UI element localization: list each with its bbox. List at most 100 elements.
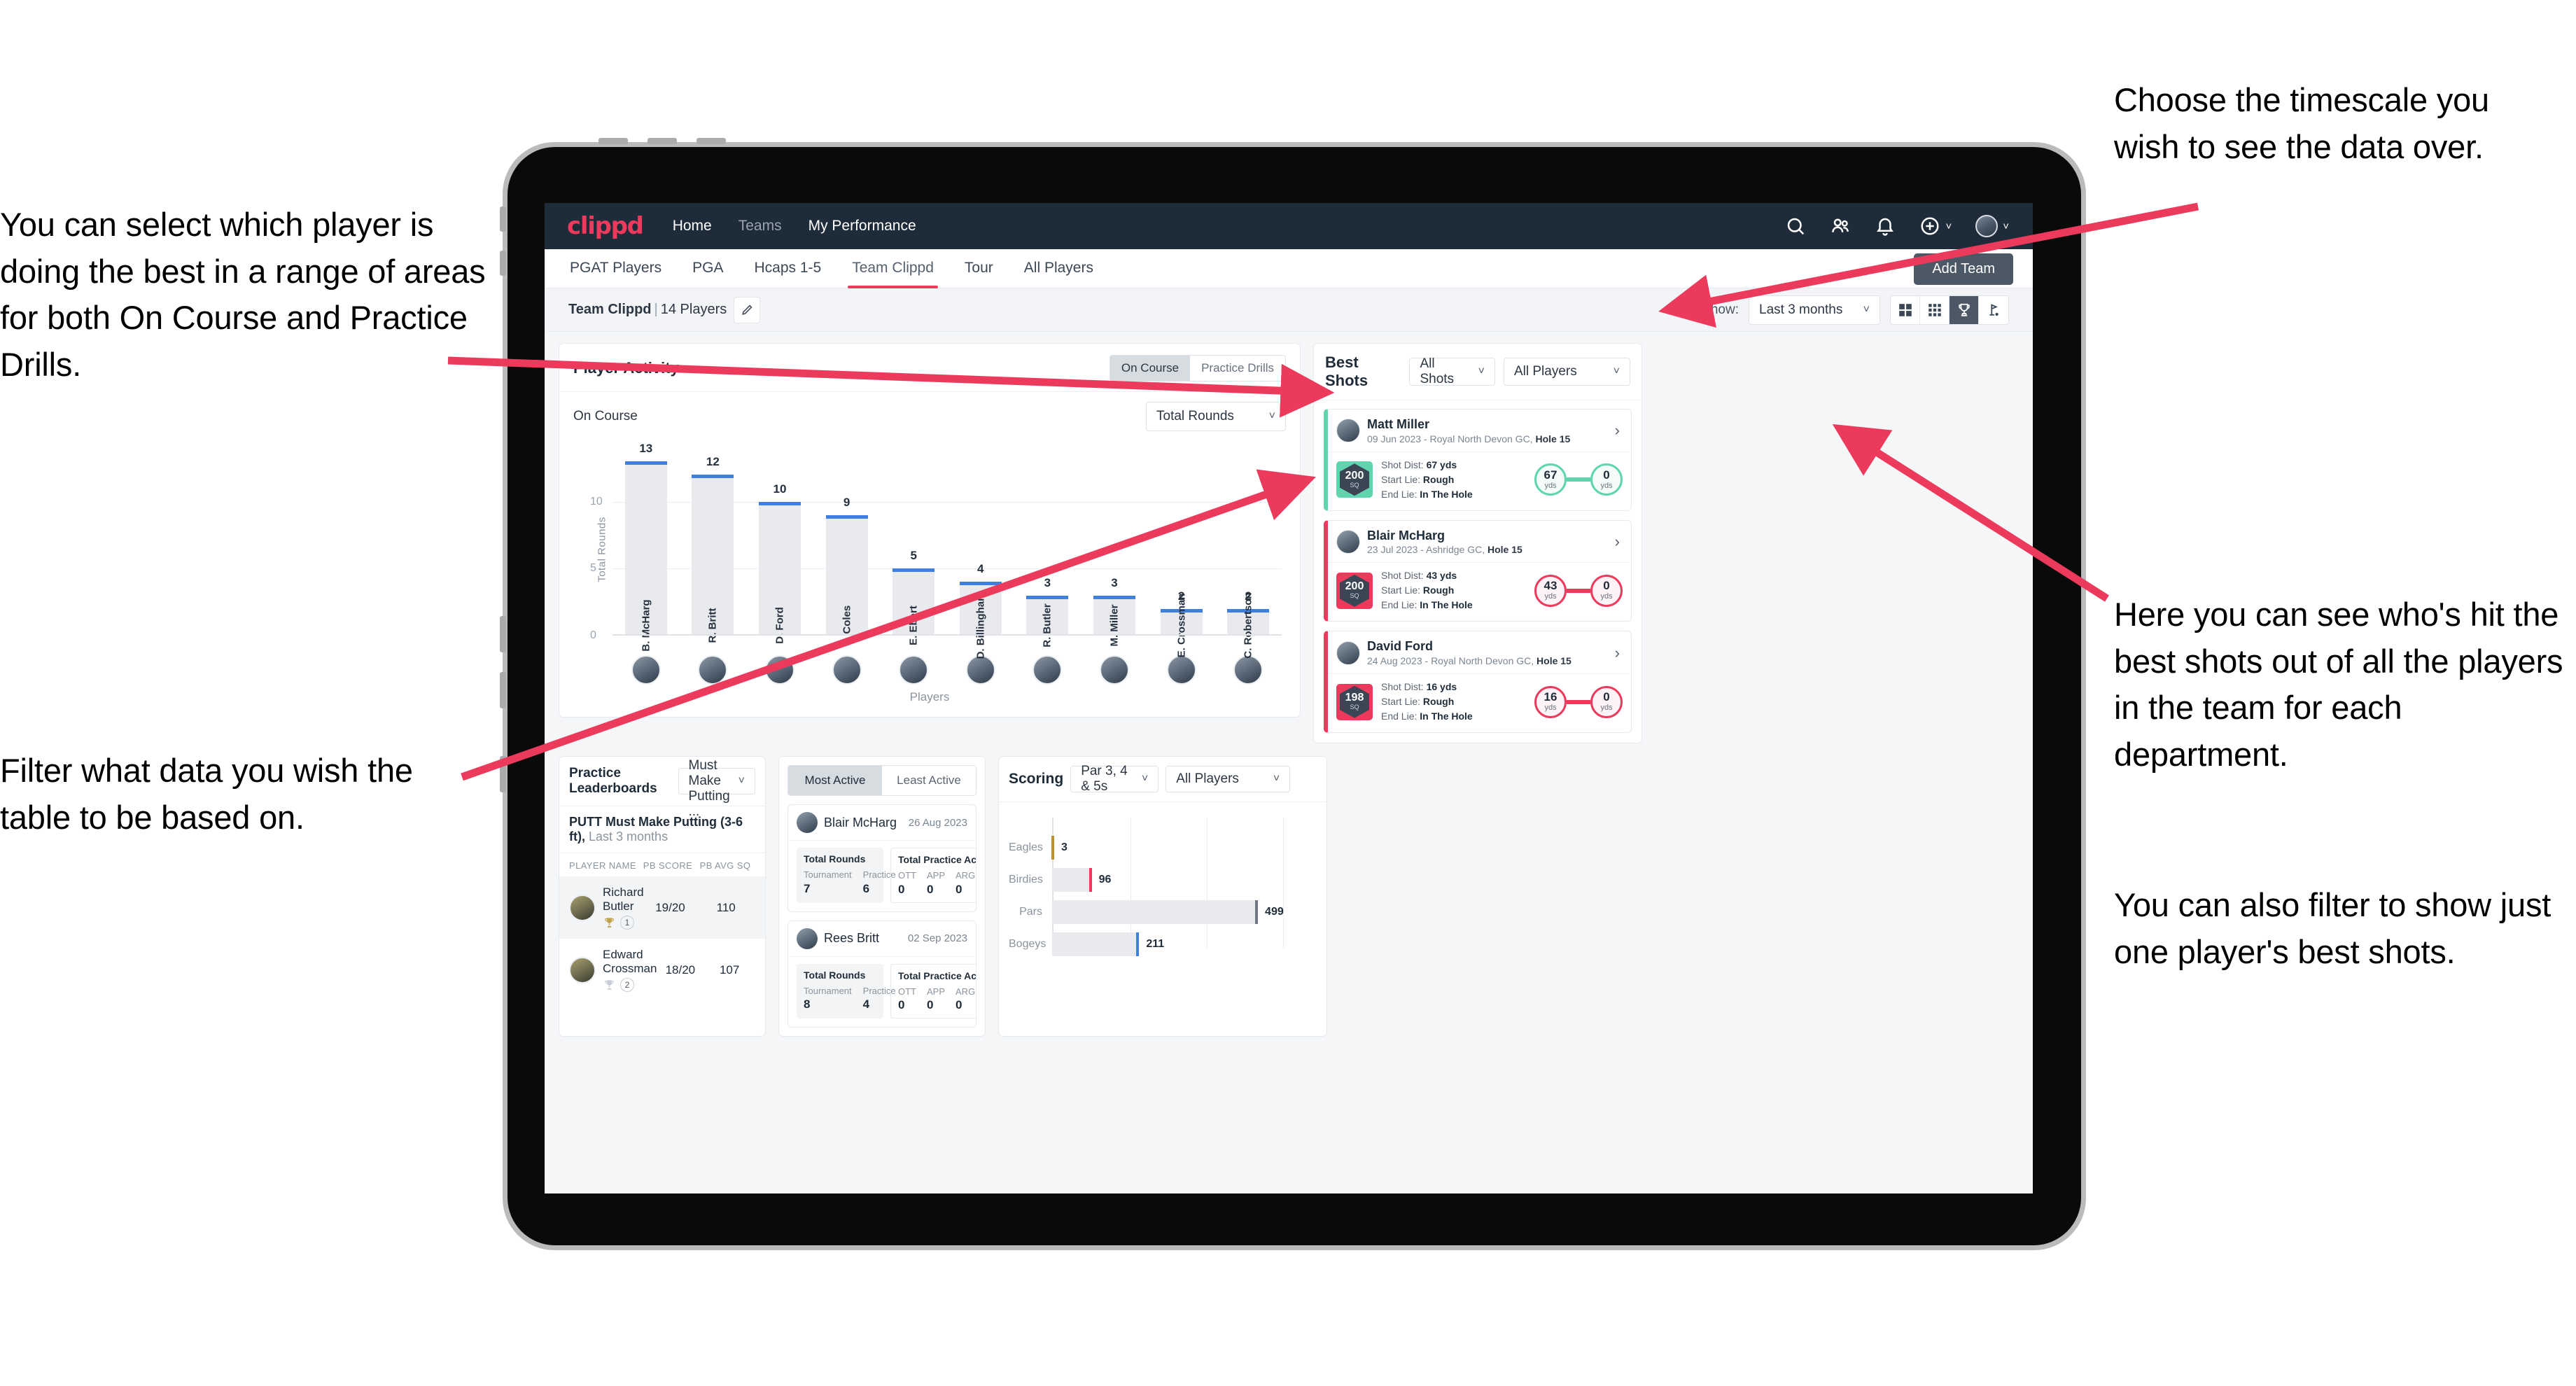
player-avatar[interactable] (947, 655, 1014, 685)
nav-link-home[interactable]: Home (673, 218, 712, 234)
scoring-row[interactable]: Bogeys 211 (1009, 932, 1317, 957)
grid-3x3-icon-button[interactable] (1920, 295, 1949, 324)
practice-leaderboards-title: Practice Leaderboards (569, 766, 657, 797)
tab-all-players[interactable]: All Players (1023, 248, 1095, 288)
segment-practice-drills[interactable]: Practice Drills (1190, 356, 1285, 381)
people-icon[interactable] (1830, 216, 1851, 237)
scoring-row[interactable]: Pars 499 (1009, 900, 1317, 925)
avatar[interactable] (797, 927, 818, 949)
bar-column[interactable]: 5 E. Ebert (880, 448, 947, 645)
avatar[interactable] (899, 655, 929, 685)
scoring-bar[interactable] (1052, 932, 1140, 957)
bar-column[interactable]: 3 R. Butler (1014, 448, 1082, 648)
best-shot-body: 200 SQ Shot Dist: 67 yds Start Lie: Rough En… (1328, 451, 1631, 510)
user-menu[interactable]: ˅ (1975, 215, 2009, 237)
avatar[interactable] (764, 655, 794, 685)
metric-select[interactable]: Total Rounds ˅ (1146, 402, 1286, 431)
tab-least-active[interactable]: Least Active (882, 766, 976, 795)
bar-column[interactable]: 4 D. Billingham (947, 448, 1014, 659)
avatar[interactable] (1336, 640, 1360, 665)
tab-pga[interactable]: PGA (691, 248, 724, 288)
bar-column[interactable]: 9 J. Coles (813, 448, 881, 645)
search-icon[interactable] (1785, 216, 1806, 237)
player-avatar[interactable] (1214, 655, 1282, 685)
tab-pgat-players[interactable]: PGAT Players (568, 248, 663, 288)
tab-most-active[interactable]: Most Active (788, 766, 882, 796)
player-avatar[interactable] (612, 655, 680, 685)
bell-icon[interactable] (1875, 216, 1896, 237)
bar-column[interactable]: 10 D. Ford (746, 448, 813, 644)
sq-value: 200 (1345, 469, 1364, 482)
player-avatar[interactable] (746, 655, 813, 685)
segment-on-course[interactable]: On Course (1110, 356, 1191, 381)
scoring-bar[interactable] (1052, 868, 1092, 892)
tab-hcaps-1-5[interactable]: Hcaps 1-5 (752, 248, 822, 288)
player-avatar[interactable] (813, 655, 881, 685)
avatar[interactable] (698, 655, 728, 685)
scoring-row[interactable]: Eagles 3 (1009, 836, 1317, 860)
avatar[interactable] (1975, 215, 1998, 237)
avatar[interactable] (569, 956, 596, 983)
tab-team-clippd[interactable]: Team Clippd (848, 248, 938, 288)
shot-type-select[interactable]: All Shots ˅ (1409, 356, 1495, 386)
team-label: Team Clippd | 14 Players (568, 302, 727, 318)
avatar[interactable] (832, 655, 862, 685)
player-avatar[interactable] (1014, 655, 1082, 685)
best-shot-card[interactable]: Matt Miller 09 Jun 2023 - Royal North Dev… (1324, 409, 1632, 511)
avatar[interactable] (965, 655, 995, 685)
player-avatar[interactable] (880, 655, 947, 685)
best-shot-card[interactable]: David Ford 24 Aug 2023 - Royal North Devo… (1324, 631, 1632, 734)
player-avatar[interactable] (1081, 655, 1148, 685)
bar-column[interactable]: 13 B. McHarg (612, 442, 680, 652)
sq-unit: SQ (1350, 481, 1359, 489)
nav-link-my-performance[interactable]: My Performance (808, 218, 916, 234)
grid-2x2-icon-button[interactable] (1891, 295, 1920, 324)
distance-to: 0 yds (1590, 685, 1623, 718)
bar-column[interactable]: 12 R. Britt (680, 448, 747, 643)
best-shots-player-select[interactable]: All Players ˅ (1503, 358, 1630, 386)
chevron-right-icon[interactable]: › (1615, 644, 1623, 662)
nav-link-teams[interactable]: Teams (738, 218, 782, 234)
avatar[interactable] (1166, 655, 1196, 685)
par-select[interactable]: Par 3, 4 & 5s ˅ (1070, 764, 1159, 794)
scoring-player-select[interactable]: All Players ˅ (1166, 766, 1291, 793)
tab-tour[interactable]: Tour (963, 248, 995, 288)
scoring-row[interactable]: Birdies 96 (1009, 868, 1317, 892)
chevron-right-icon[interactable]: › (1615, 533, 1623, 551)
avatar[interactable] (1099, 655, 1129, 685)
table-row[interactable]: Richard Butler 1 19/20 110 (559, 876, 765, 939)
drill-select[interactable]: PUTT Must Make Putting ... ˅ (678, 757, 755, 819)
table-row[interactable]: Edward Crossman 2 18/20 107 (559, 939, 765, 1001)
avatar[interactable] (797, 812, 818, 834)
timescale-select[interactable]: Last 3 months ˅ (1749, 295, 1880, 325)
scoring-bar[interactable] (1052, 900, 1259, 925)
practice-stat-value: 0 (955, 882, 962, 896)
avatar[interactable] (569, 894, 596, 921)
activity-player-card[interactable]: Rees Britt 02 Sep 2023 Total Rounds Tournam… (788, 920, 976, 1028)
player-avatar[interactable] (680, 655, 747, 685)
avatar[interactable] (1336, 530, 1360, 554)
plus-circle-menu[interactable]: ˅ (1919, 216, 1952, 237)
golf-flag-icon-button[interactable] (1979, 296, 2008, 324)
end-lie-value: In The Hole (1420, 710, 1473, 722)
bar-column[interactable]: 2 C. Robertson (1214, 448, 1282, 659)
avatar[interactable] (1032, 655, 1063, 685)
scoring-category-label: Eagles (1009, 841, 1043, 854)
edit-team-button[interactable] (734, 296, 761, 323)
avatar[interactable] (631, 655, 661, 685)
best-shot-card[interactable]: Blair McHarg 23 Jul 2023 - Ashridge GC, H… (1324, 519, 1632, 622)
clippd-logo[interactable]: clippd (567, 212, 644, 240)
player-avatar[interactable] (1148, 655, 1215, 685)
bar-column[interactable]: 3 M. Miller (1081, 448, 1148, 647)
tablet-button-left-2 (500, 251, 506, 276)
avatar[interactable] (1233, 655, 1264, 685)
chevron-right-icon[interactable]: › (1615, 421, 1623, 440)
activity-player-card[interactable]: Blair McHarg 26 Aug 2023 Total Rounds Tourn… (788, 804, 976, 912)
bar-column[interactable]: 2 E. Crossman (1148, 448, 1215, 657)
scoring-bar[interactable] (1051, 836, 1054, 860)
avatar[interactable] (1336, 419, 1360, 443)
best-shot-meta: 23 Jul 2023 - Ashridge GC, Hole 15 (1367, 543, 1608, 556)
plus-circle-icon[interactable] (1919, 216, 1940, 237)
add-team-button[interactable]: Add Team (1914, 253, 2013, 285)
trophy-icon-button[interactable] (1949, 295, 1979, 324)
